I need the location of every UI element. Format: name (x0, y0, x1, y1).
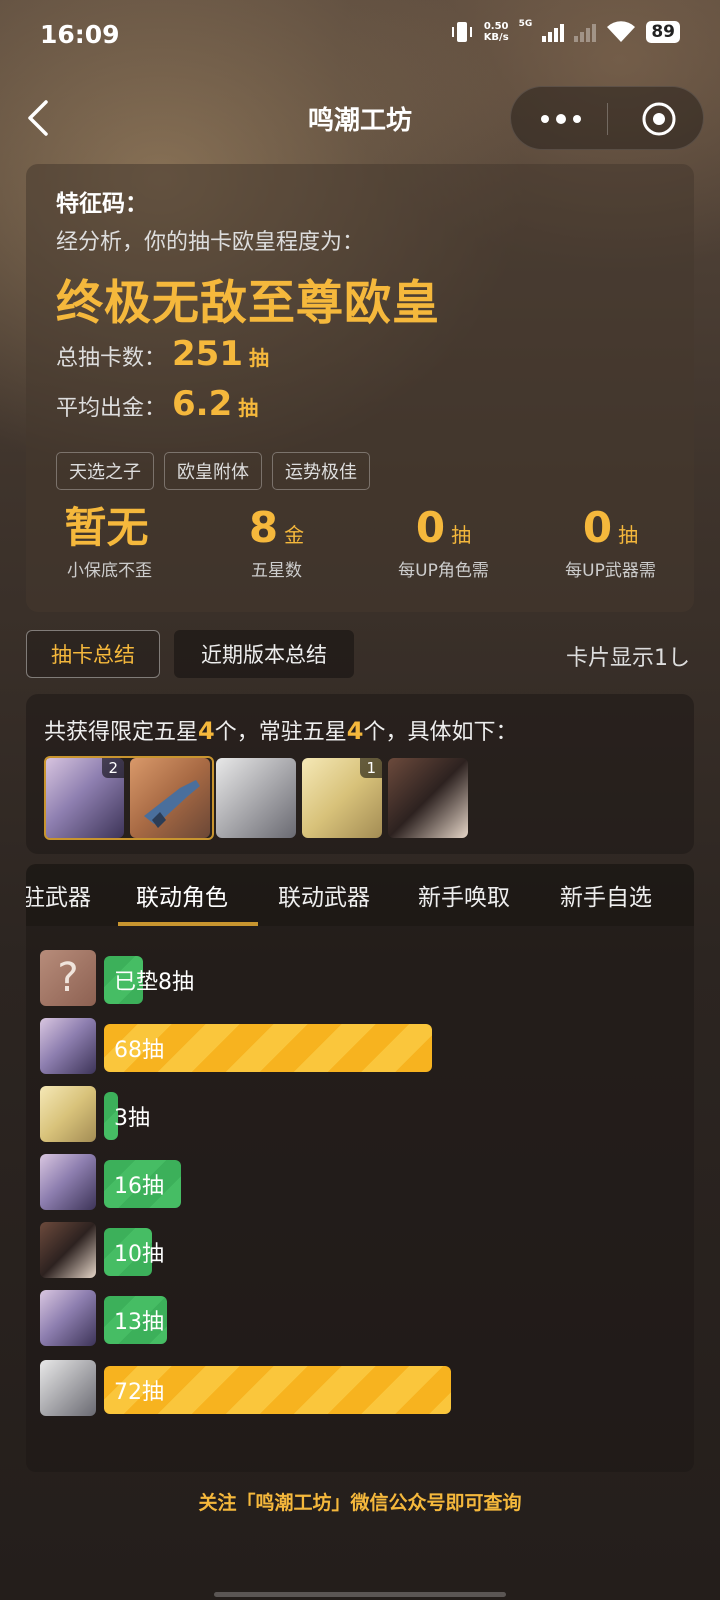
total-pulls-value: 251 (172, 334, 243, 374)
metric-value: 暂无 (64, 503, 149, 552)
history-row: 10抽 (40, 1222, 680, 1278)
pull-label: 13抽 (114, 1310, 164, 1335)
net-speed: 0.50 KB/s (484, 21, 509, 43)
obtained-suffix: 个，具体如下： (363, 720, 518, 745)
pull-label: 已垫8抽 (114, 970, 194, 995)
limited-count: 4 (198, 717, 215, 745)
metric-label: 每UP武器需 (565, 561, 656, 581)
obtained-middle: 个，常驻五星 (214, 720, 347, 745)
net-speed-unit: KB/s (483, 32, 509, 43)
history-row: 72抽 (40, 1360, 680, 1416)
portrait-count: 2 (102, 758, 124, 778)
portrait-dark-haired-character[interactable] (388, 758, 468, 838)
metric-label: 五星数 (251, 561, 302, 581)
metric-unit: 抽 (451, 523, 472, 547)
summary-card: 特征码： 经分析，你的抽卡欧皇程度为： 终极无敌至尊欧皇 总抽卡数： 251 抽… (26, 164, 694, 612)
feature-code-label: 特征码： (56, 191, 148, 217)
avatar (40, 1154, 96, 1210)
blaster-icon (144, 780, 200, 828)
portrait-blonde-character[interactable]: 1 (302, 758, 382, 838)
pull-label: 72抽 (114, 1380, 164, 1405)
obtained-panel: 共获得限定五星4个，常驻五星4个，具体如下： 2 1 (26, 694, 694, 854)
total-pulls-label: 总抽卡数： (56, 346, 167, 371)
obtained-prefix: 共获得限定五星 (44, 720, 199, 745)
avg-gold-value: 6.2 (172, 384, 233, 424)
avatar (40, 1290, 96, 1346)
tag-list: 天选之子 欧皇附体 运势极佳 (56, 452, 370, 490)
history-row: 13抽 (40, 1290, 680, 1346)
metric-value: 0 (582, 503, 613, 552)
metric-value: 8 (248, 503, 279, 552)
metrics-row: 暂无 小保底不歪 8金 五星数 0抽 每UP角色需 0抽 每UP武器需 (26, 503, 694, 582)
history-row: 3抽 (40, 1086, 680, 1142)
status-bar: 16:09 0.50 KB/s 5G 89 (0, 0, 720, 72)
metric-label: 每UP角色需 (398, 561, 489, 581)
pull-label: 10抽 (114, 1242, 164, 1267)
tag: 天选之子 (56, 452, 154, 490)
avatar (40, 1086, 96, 1142)
pool-tab-beginner-convene[interactable]: 新手唤取 (418, 878, 510, 912)
card-display-toggle[interactable]: 卡片显示1し (566, 640, 706, 672)
total-pulls-unit: 抽 (249, 346, 269, 370)
mini-program-capsule (510, 86, 704, 150)
pull-label: 68抽 (114, 1038, 164, 1063)
history-row: 68抽 (40, 1018, 680, 1074)
pull-label: 3抽 (114, 1106, 150, 1131)
portrait-silver-haired-character[interactable] (216, 758, 296, 838)
avg-gold: 平均出金： 6.2 抽 (56, 384, 258, 424)
portrait-count: 1 (360, 758, 382, 778)
signal-secondary-icon (574, 22, 597, 42)
metric-unit: 金 (284, 523, 305, 547)
metric-five-star-count: 8金 五星数 (193, 503, 360, 582)
pool-tab-beginner-select[interactable]: 新手自选 (560, 878, 652, 912)
metric-up-character: 0抽 每UP角色需 (360, 503, 527, 582)
avg-gold-unit: 抽 (238, 396, 259, 420)
standard-count: 4 (346, 717, 364, 745)
obtained-summary: 共获得限定五星4个，常驻五星4个，具体如下： (44, 714, 517, 746)
luck-rank: 终极无敌至尊欧皇 (56, 276, 440, 331)
avatar (40, 1222, 96, 1278)
history-row: 16抽 (40, 1154, 680, 1210)
pool-tab-collab-weapon[interactable]: 联动武器 (278, 878, 370, 912)
portrait-blaster-weapon[interactable] (130, 758, 210, 838)
wifi-icon (607, 21, 636, 42)
more-icon[interactable] (539, 109, 583, 129)
pool-tab-standard-weapon[interactable]: 驻武器 (26, 878, 91, 912)
vibrate-icon (451, 22, 472, 42)
home-indicator[interactable] (214, 1592, 506, 1597)
close-target-icon[interactable] (641, 101, 677, 137)
footer-note: 关注「鸣潮工坊」微信公众号即可查询 (198, 1492, 522, 1514)
status-time: 16:09 (40, 20, 120, 49)
pool-tab-collab-character[interactable]: 联动角色 (136, 878, 228, 912)
metric-value: 0 (415, 503, 446, 552)
avg-gold-label: 平均出金： (56, 396, 167, 421)
tag: 欧皇附体 (164, 452, 262, 490)
battery-indicator: 89 (646, 21, 680, 43)
portrait-blue-haired-character[interactable]: 2 (44, 758, 124, 838)
avatar (40, 1018, 96, 1074)
metric-label: 小保底不歪 (67, 561, 152, 581)
status-icons: 0.50 KB/s 5G 89 (450, 19, 680, 44)
metric-pity-win: 暂无 小保底不歪 (26, 503, 193, 582)
total-pulls: 总抽卡数： 251 抽 (56, 334, 269, 374)
analysis-text: 经分析，你的抽卡欧皇程度为： (56, 230, 365, 255)
network-type: 5G (518, 19, 533, 29)
tab-pull-summary[interactable]: 抽卡总结 (26, 630, 160, 678)
signal-icon (542, 22, 565, 42)
unknown-avatar: ? (40, 950, 96, 1006)
pull-label: 16抽 (114, 1174, 164, 1199)
metric-up-weapon: 0抽 每UP武器需 (527, 503, 694, 582)
obtained-portraits: 2 1 (44, 758, 468, 838)
net-speed-value: 0.50 (483, 21, 509, 32)
metric-unit: 抽 (618, 523, 639, 547)
tab-recent-version[interactable]: 近期版本总结 (174, 630, 354, 678)
pool-tabs: 驻武器 联动角色 联动武器 新手唤取 新手自选 (26, 864, 694, 926)
history-row: ? 已垫8抽 (40, 950, 680, 1006)
avatar (40, 1360, 96, 1416)
tag: 运势极佳 (272, 452, 370, 490)
pull-history-list: ? 已垫8抽 68抽 3抽 16抽 10抽 13抽 72抽 (26, 926, 694, 1472)
capsule-divider (607, 103, 608, 135)
